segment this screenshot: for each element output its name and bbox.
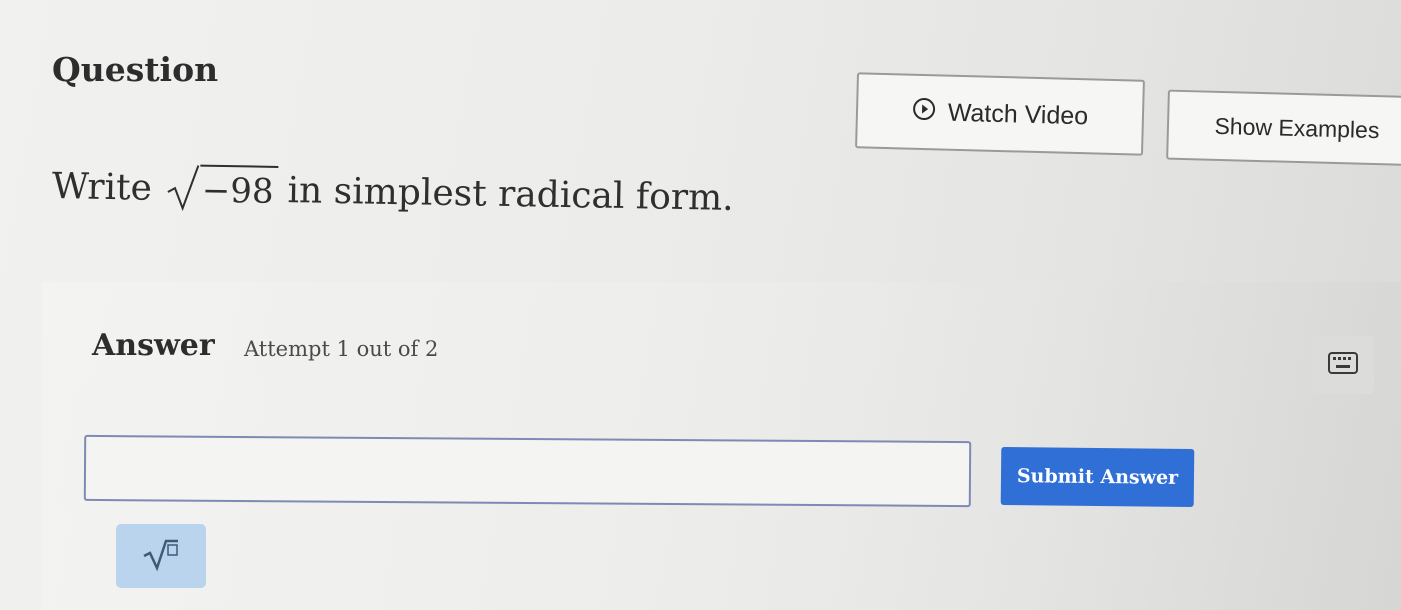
- submit-answer-label: Submit Answer: [1016, 465, 1179, 489]
- keyboard-button[interactable]: [1312, 336, 1374, 394]
- show-examples-label: Show Examples: [1214, 112, 1380, 143]
- math-tool-button[interactable]: [116, 524, 206, 588]
- prompt-suffix: in simplest radical form.: [287, 169, 735, 219]
- submit-answer-button[interactable]: Submit Answer: [1000, 446, 1195, 508]
- question-prompt: Write −98 in simplest radical form.: [52, 162, 735, 222]
- radical-sign-icon: [167, 165, 200, 212]
- square-root-expression: −98: [165, 164, 279, 214]
- watch-video-label: Watch Video: [947, 98, 1089, 130]
- answer-input[interactable]: [83, 434, 972, 508]
- answer-label: Answer: [92, 328, 215, 363]
- question-title: Question: [52, 50, 219, 89]
- show-examples-button[interactable]: Show Examples: [1166, 89, 1401, 167]
- keyboard-icon: [1328, 352, 1358, 378]
- attempt-counter: Attempt 1 out of 2: [244, 337, 439, 361]
- square-root-icon: [140, 536, 182, 576]
- prompt-prefix: Write: [51, 165, 153, 209]
- watch-video-button[interactable]: Watch Video: [855, 72, 1145, 156]
- play-circle-icon: [911, 96, 948, 128]
- radicand: −98: [199, 164, 279, 214]
